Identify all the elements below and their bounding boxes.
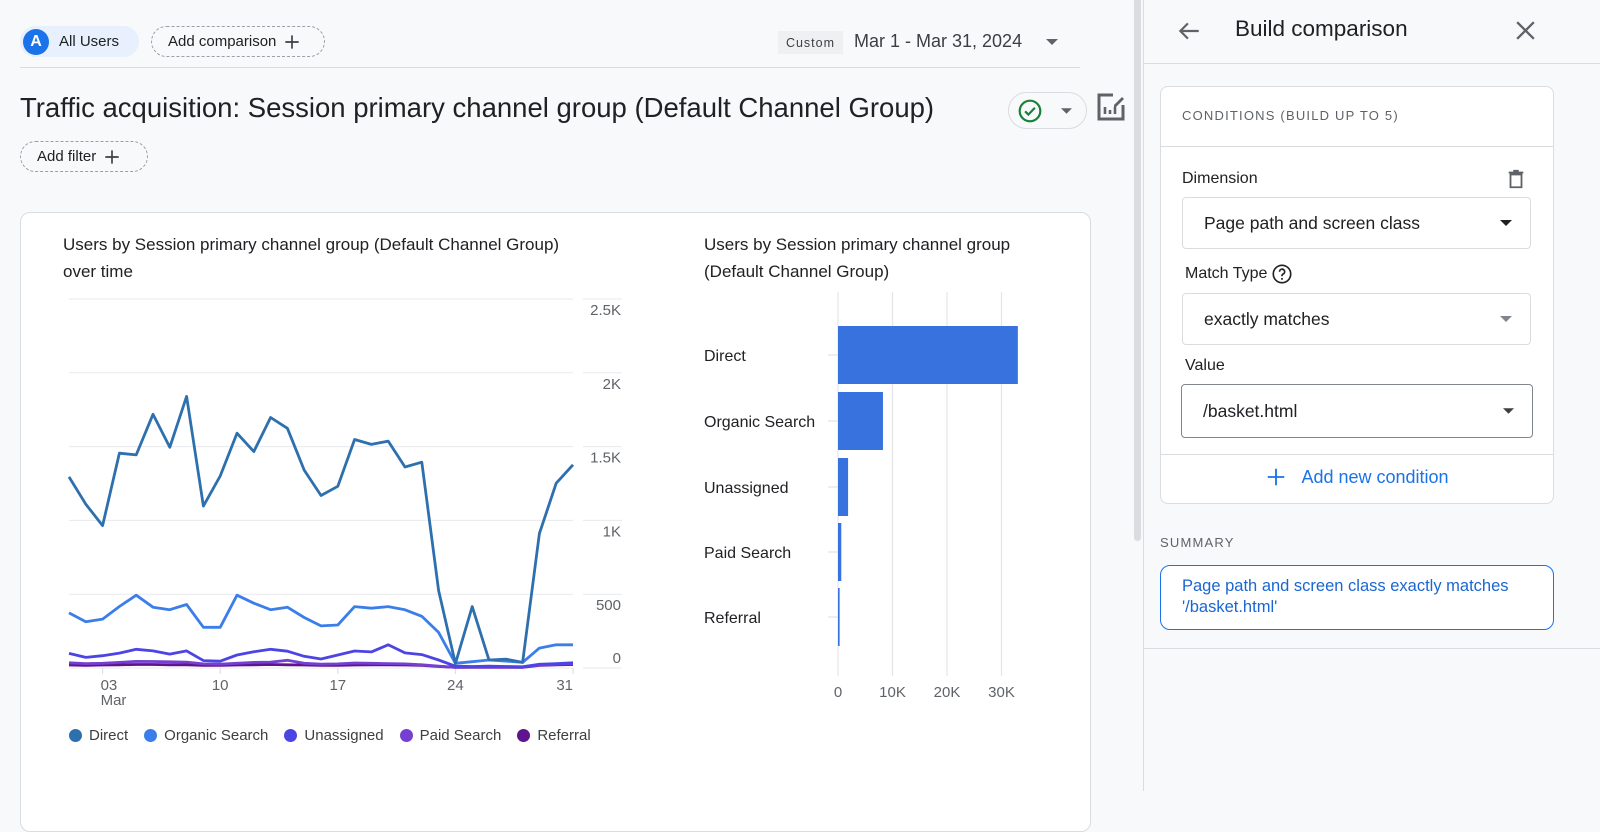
y-tick-label: 2.5K [590,302,621,319]
legend-item-referral[interactable]: Referral [517,727,591,744]
add-new-condition-button[interactable]: Add new condition [1160,466,1554,488]
series-line-direct [67,394,575,665]
bar-category-label: Organic Search [704,414,815,431]
match-type-value: exactly matches [1204,308,1330,329]
bar-direct [838,326,1018,384]
x-tick-label: 24 [447,677,464,694]
legend-item-direct[interactable]: Direct [69,727,128,744]
y-tick-label: 1K [603,523,621,540]
y-tick-label: 500 [596,597,621,614]
bar-category-label: Paid Search [704,545,791,562]
value-input[interactable]: /basket.html [1181,384,1533,438]
bar-x-tick-label: 0 [834,684,842,701]
panel-header-divider [1144,63,1600,64]
back-arrow-icon[interactable] [1176,18,1202,44]
panel-title: Build comparison [1235,16,1408,41]
bar-x-tick-label: 10K [879,684,906,701]
series-line-organic-search [68,593,573,665]
y-tick-label: 1.5K [590,450,621,467]
summary-divider [1144,648,1600,649]
legend-dot-icon [517,729,531,742]
trash-icon[interactable] [1505,168,1527,190]
legend-dot-icon [69,729,82,742]
caret-down-icon [1500,316,1512,322]
bar-paid-search [838,523,842,581]
y-tick-label: 2K [603,376,621,393]
dimension-select[interactable]: Page path and screen class [1182,197,1531,249]
legend-item-unassigned[interactable]: Unassigned [284,727,384,744]
x-tick-label: 10 [212,677,229,694]
match-type-label-row: Match Type [1185,263,1293,285]
caret-down-icon [1503,408,1514,414]
bar-category-label: Referral [704,610,761,627]
x-tick-label: 17 [329,677,346,694]
charts-canvas: 05001K1.5K2K2.5K03 10 17 24 31Mar 0 10K 20K 30KD… [67,292,1018,709]
legend-dot-icon [284,729,298,742]
summary-heading: SUMMARY [1160,535,1235,550]
bar-category-label: Unassigned [704,480,789,497]
plus-icon [1268,468,1285,486]
bar-referral [838,588,840,646]
add-condition-divider [1161,454,1553,455]
legend-item-paid-search[interactable]: Paid Search [399,727,502,744]
help-icon[interactable] [1271,263,1293,285]
legend-dot-icon [399,729,413,742]
legend-label: Referral [537,727,591,744]
bar-category-label: Direct [704,348,746,365]
conditions-heading: CONDITIONS (BUILD UP TO 5) [1182,108,1399,123]
match-type-label: Match Type [1185,265,1268,282]
close-icon[interactable] [1513,18,1538,43]
bar-organic-search [838,392,883,450]
summary-box: Page path and screen class exactly match… [1160,565,1554,630]
caret-down-icon [1500,220,1512,226]
legend-label: Organic Search [164,727,269,744]
legend-label: Direct [89,727,129,744]
bar-x-tick-label: 20K [934,684,961,701]
bar-x-tick-label: 30K [988,684,1015,701]
line-chart-legend: Direct Organic Search Unassigned Paid Se… [69,727,607,744]
conditions-divider [1161,146,1553,147]
x-tick-label: 31 [556,677,573,694]
dimension-value: Page path and screen class [1204,212,1420,233]
match-type-select[interactable]: exactly matches [1182,293,1531,345]
legend-label: Unassigned [304,727,384,744]
bar-unassigned [838,458,849,516]
dimension-label: Dimension [1182,170,1258,187]
value-input-text: /basket.html [1203,400,1298,421]
legend-item-organic-search[interactable]: Organic Search [144,727,268,744]
add-new-condition-label: Add new condition [1301,466,1449,487]
x-month-label: Mar [101,692,127,709]
main-scrollbar[interactable] [1134,0,1141,541]
legend-dot-icon [144,729,158,742]
value-label: Value [1185,357,1225,374]
legend-label: Paid Search [419,727,502,744]
y-tick-label: 0 [613,650,621,667]
